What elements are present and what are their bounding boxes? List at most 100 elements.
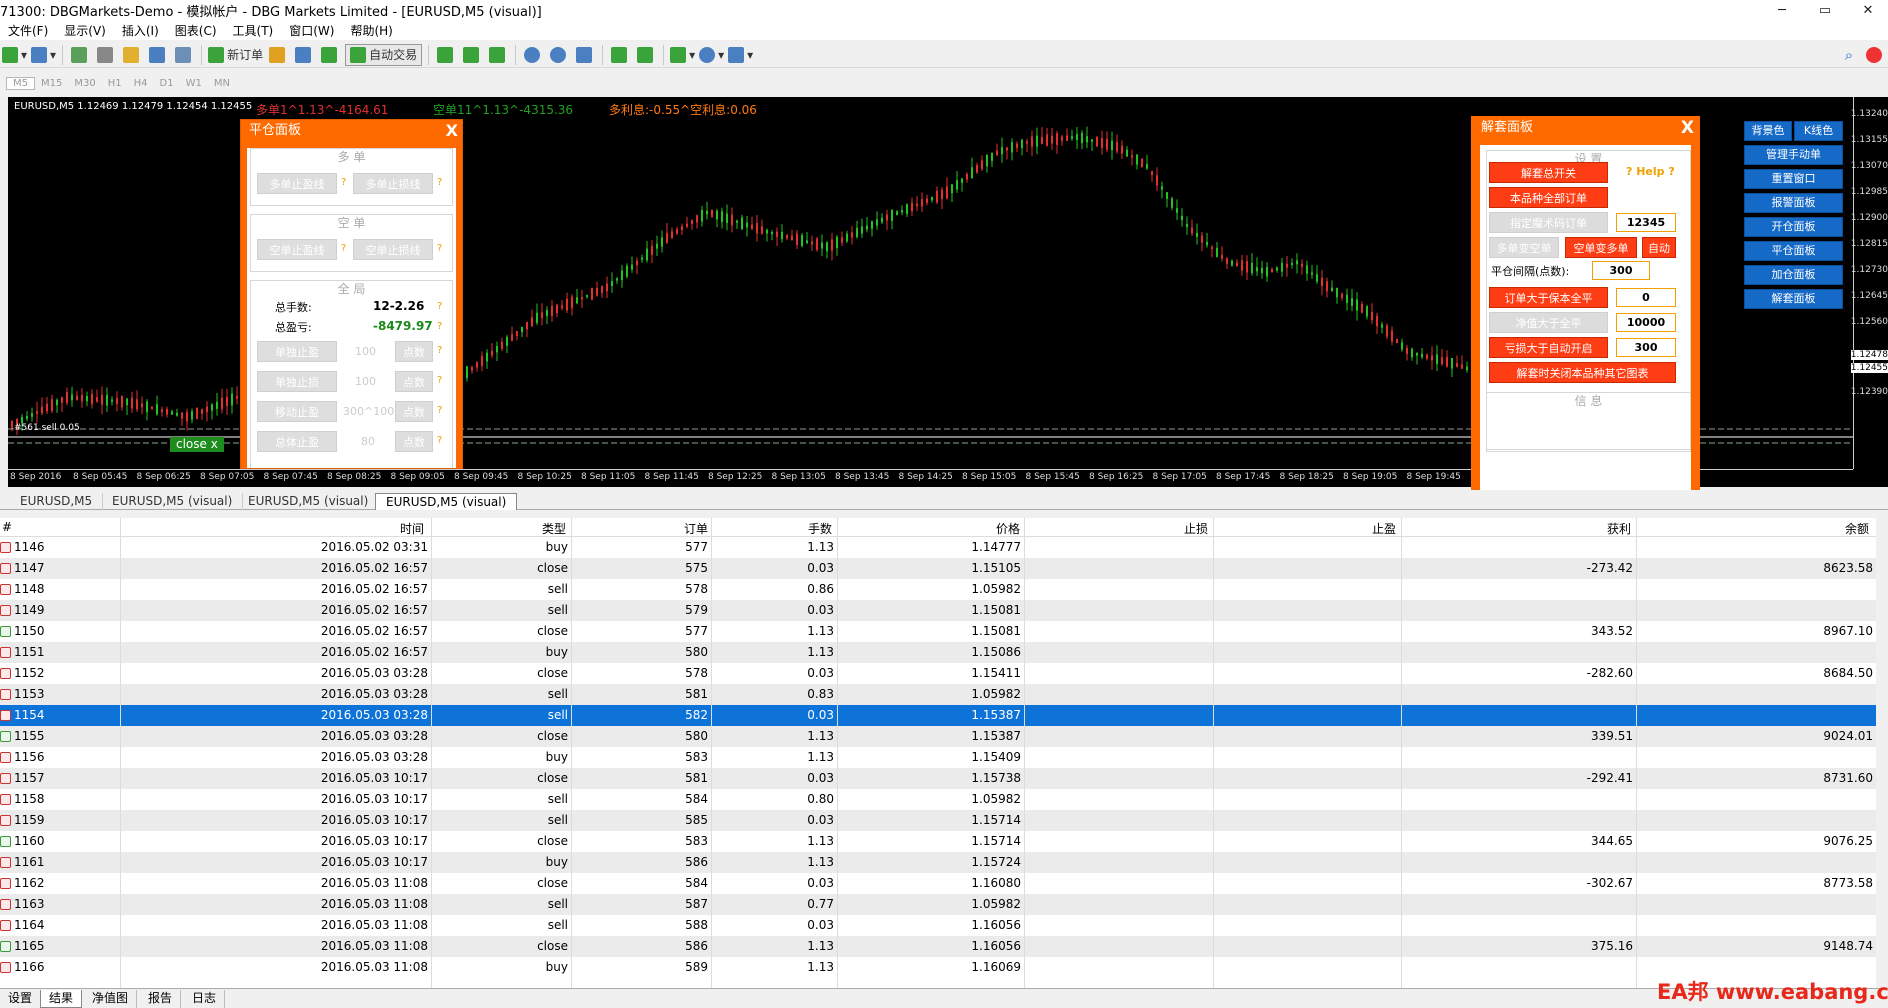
trailing-points[interactable]: 点数 xyxy=(395,401,433,422)
trailing-value[interactable]: 300^100 xyxy=(343,405,394,418)
table-row[interactable]: 1160 2016.05.03 10:17 close 583 1.13 1.15714 3… xyxy=(0,831,1876,852)
magic-orders-button[interactable]: 指定魔术码订单 xyxy=(1489,212,1608,233)
menu-tools[interactable]: 工具(T) xyxy=(225,22,282,39)
loss-auto-open-button[interactable]: 亏损大于自动开启 xyxy=(1489,337,1608,358)
favorites-icon[interactable] xyxy=(121,44,143,66)
zoom-in-icon[interactable] xyxy=(522,44,544,66)
total-pl-help[interactable]: ? xyxy=(437,321,442,332)
single-sl-value[interactable]: 100 xyxy=(355,375,376,388)
close-panel-button[interactable]: 平仓面板 xyxy=(1744,241,1843,261)
long-tp-button[interactable]: 多单止盈线 xyxy=(257,173,337,194)
period-mn[interactable]: MN xyxy=(208,78,236,89)
indicators-icon[interactable]: ▾ xyxy=(670,44,695,66)
profiles-icon[interactable]: ▾ xyxy=(31,44,56,66)
line-chart-icon[interactable] xyxy=(487,44,509,66)
period-h4[interactable]: H4 xyxy=(128,78,154,89)
table-row[interactable]: 1162 2016.05.03 11:08 close 584 0.03 1.16080 -… xyxy=(0,873,1876,894)
trailing-button[interactable]: 移动止盈 xyxy=(257,401,337,422)
tab-equity-graph[interactable]: 净值图 xyxy=(84,990,138,1008)
breakeven-input[interactable]: 0 xyxy=(1616,288,1676,307)
maximize-button[interactable]: ▭ xyxy=(1805,0,1845,20)
long-sl-help[interactable]: ? xyxy=(437,177,442,188)
single-sl-points[interactable]: 点数 xyxy=(395,371,433,392)
table-row[interactable]: 1163 2016.05.03 11:08 sell 587 0.77 1.05982 xyxy=(0,894,1876,915)
period-m5[interactable]: M5 xyxy=(6,76,35,90)
table-row[interactable]: 1159 2016.05.03 10:17 sell 585 0.03 1.15714 xyxy=(0,810,1876,831)
table-row[interactable]: 1165 2016.05.03 11:08 close 586 1.13 1.16056 3… xyxy=(0,936,1876,957)
tab-settings[interactable]: 设置 xyxy=(0,990,42,1008)
minimize-button[interactable]: ─ xyxy=(1762,0,1802,20)
period-m15[interactable]: M15 xyxy=(35,78,68,89)
add-position-panel-button[interactable]: 加仓面板 xyxy=(1744,265,1843,285)
total-tp-value[interactable]: 80 xyxy=(361,435,375,448)
table-row[interactable]: 1146 2016.05.02 03:31 buy 577 1.13 1.14777 xyxy=(0,537,1876,558)
table-row[interactable]: 1148 2016.05.02 16:57 sell 578 0.86 1.05982 xyxy=(0,579,1876,600)
col-time[interactable]: 时间 xyxy=(400,520,424,537)
auto-trade-button[interactable]: 自动交易 xyxy=(345,43,423,66)
long-tp-help[interactable]: ? xyxy=(341,177,346,188)
table-row[interactable]: 1151 2016.05.02 16:57 buy 580 1.13 1.15086 xyxy=(0,642,1876,663)
short-tp-help[interactable]: ? xyxy=(341,243,346,254)
close-window-button[interactable]: ✕ xyxy=(1848,0,1888,20)
menu-view[interactable]: 显示(V) xyxy=(56,22,114,39)
total-tp-points[interactable]: 点数 xyxy=(395,431,433,452)
signals-icon[interactable] xyxy=(293,44,315,66)
unlock-panel-button[interactable]: 解套面板 xyxy=(1744,289,1843,309)
table-row[interactable]: 1161 2016.05.03 10:17 buy 586 1.13 1.15724 xyxy=(0,852,1876,873)
menu-help[interactable]: 帮助(H) xyxy=(342,22,400,39)
magic-number-input[interactable]: 12345 xyxy=(1616,213,1676,232)
strategy-tester-icon[interactable] xyxy=(173,44,195,66)
chart-shift-icon[interactable] xyxy=(635,44,657,66)
background-color-button[interactable]: 背景色 xyxy=(1744,121,1792,141)
col-price[interactable]: 价格 xyxy=(996,520,1020,537)
table-row[interactable]: 1166 2016.05.03 11:08 buy 589 1.13 1.16069 xyxy=(0,957,1876,978)
autoscroll-icon[interactable] xyxy=(609,44,631,66)
periods-icon[interactable]: ▾ xyxy=(699,44,724,66)
col-balance[interactable]: 余额 xyxy=(1845,520,1869,537)
table-row[interactable]: 1155 2016.05.03 03:28 close 580 1.13 1.15387 3… xyxy=(0,726,1876,747)
col-tp[interactable]: 止盈 xyxy=(1372,520,1396,537)
master-switch-button[interactable]: 解套总开关 xyxy=(1489,162,1608,183)
single-sl-help[interactable]: ? xyxy=(437,375,442,386)
period-m30[interactable]: M30 xyxy=(68,78,101,89)
candles-icon[interactable] xyxy=(461,44,483,66)
breakeven-close-button[interactable]: 订单大于保本全平 xyxy=(1489,287,1608,308)
interval-input[interactable]: 300 xyxy=(1592,261,1650,280)
close-panel-close-button[interactable]: X xyxy=(446,120,458,142)
table-row[interactable]: 1153 2016.05.03 03:28 sell 581 0.83 1.05982 xyxy=(0,684,1876,705)
table-row[interactable]: 1150 2016.05.02 16:57 close 577 1.13 1.15081 3… xyxy=(0,621,1876,642)
single-tp-help[interactable]: ? xyxy=(437,345,442,356)
loss-input[interactable]: 300 xyxy=(1616,338,1676,357)
tab-results[interactable]: 结果 xyxy=(40,990,83,1008)
unlock-panel-close-button[interactable]: X xyxy=(1681,116,1694,140)
single-tp-points[interactable]: 点数 xyxy=(395,341,433,362)
chart-tab-3[interactable]: EURUSD,M5 (visual) xyxy=(238,493,380,510)
search-icon[interactable]: ⌕ xyxy=(1838,44,1860,66)
close-x-button[interactable]: close x xyxy=(170,437,224,452)
single-tp-value[interactable]: 100 xyxy=(355,345,376,358)
notifications-icon[interactable] xyxy=(1864,44,1886,66)
short-sl-help[interactable]: ? xyxy=(437,243,442,254)
auto-button[interactable]: 自动 xyxy=(1642,237,1676,258)
bar-chart-icon[interactable] xyxy=(435,44,457,66)
tile-windows-icon[interactable] xyxy=(574,44,596,66)
equity-input[interactable]: 10000 xyxy=(1616,313,1676,332)
radio-icon[interactable] xyxy=(319,44,341,66)
short-sl-button[interactable]: 空单止损线 xyxy=(353,239,433,260)
table-row[interactable]: 1158 2016.05.03 10:17 sell 584 0.80 1.05982 xyxy=(0,789,1876,810)
all-orders-button[interactable]: 本品种全部订单 xyxy=(1489,187,1608,208)
period-d1[interactable]: D1 xyxy=(154,78,180,89)
new-order-button[interactable]: 新订单 xyxy=(208,44,263,66)
terminal-icon[interactable] xyxy=(147,44,169,66)
table-row[interactable]: 1152 2016.05.03 03:28 close 578 0.03 1.15411 -… xyxy=(0,663,1876,684)
total-lots-help[interactable]: ? xyxy=(437,301,442,312)
menu-window[interactable]: 窗口(W) xyxy=(281,22,342,39)
close-other-charts-button[interactable]: 解套时关闭本品种其它图表 xyxy=(1489,362,1676,383)
menu-insert[interactable]: 插入(I) xyxy=(114,22,167,39)
col-profit[interactable]: 获利 xyxy=(1607,520,1631,537)
short-to-long-button[interactable]: 空单变多单 xyxy=(1565,237,1637,258)
long-to-short-button[interactable]: 多单变空单 xyxy=(1489,237,1559,258)
period-w1[interactable]: W1 xyxy=(180,78,208,89)
tab-journal[interactable]: 日志 xyxy=(184,990,226,1008)
candle-color-button[interactable]: K线色 xyxy=(1794,121,1843,141)
